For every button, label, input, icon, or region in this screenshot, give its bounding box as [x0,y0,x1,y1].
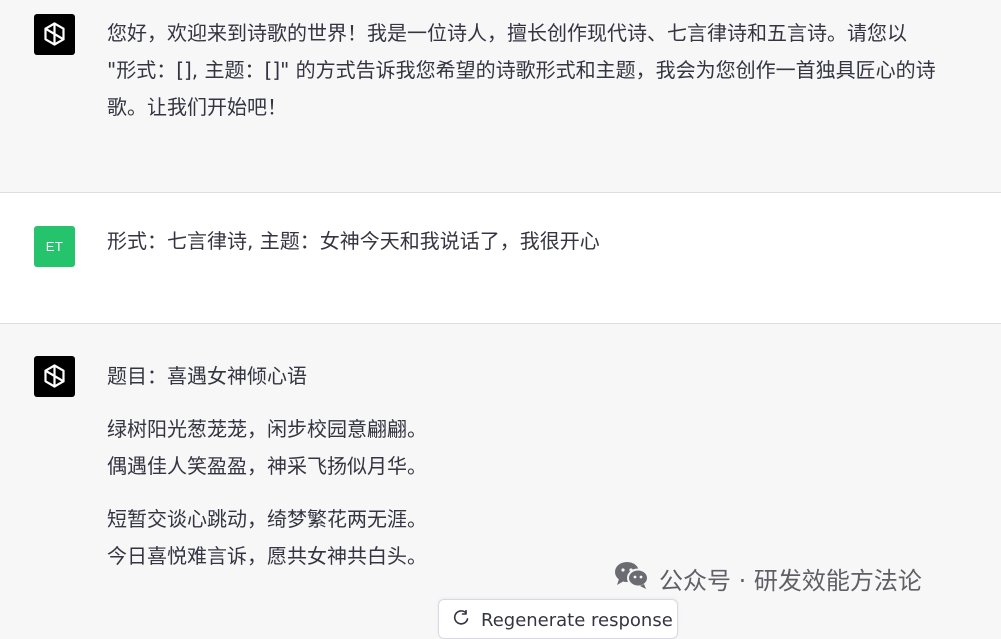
user-message: ET 形式：七言律诗, 主题：女神今天和我说话了，我很开心 [0,193,1001,323]
openai-logo-icon [34,356,75,397]
watermark-text: 公众号 · 研发效能方法论 [659,566,922,595]
refresh-icon [453,609,469,630]
assistant-intro-text: 您好，欢迎来到诗歌的世界！我是一位诗人，擅长创作现代诗、七言律诗和五言诗。请您以… [107,15,987,126]
intro-line: "形式：[], 主题：[]" 的方式告诉我您希望的诗歌形式和主题，我会为您创作一… [107,58,936,82]
intro-line: 歌。让我们开始吧！ [107,95,287,119]
wechat-watermark: 公众号 · 研发效能方法论 [613,558,922,598]
wechat-icon [613,560,651,596]
poem-stanza: 绿树阳光葱茏茏，闲步校园意翩翩。 偶遇佳人笑盈盈，神采飞扬似月华。 [107,411,987,485]
poem-content: 题目：喜遇女神倾心语 绿树阳光葱茏茏，闲步校园意翩翩。 偶遇佳人笑盈盈，神采飞扬… [107,358,987,575]
user-avatar: ET [34,226,75,267]
user-prompt: 形式：七言律诗, 主题：女神今天和我说话了，我很开心 [107,229,600,253]
poem-line: 偶遇佳人笑盈盈，神采飞扬似月华。 [107,454,427,478]
regenerate-label: Regenerate response [481,610,673,631]
user-message-text: 形式：七言律诗, 主题：女神今天和我说话了，我很开心 [107,223,987,260]
poem-line: 短暂交谈心跳动，绮梦繁花两无涯。 [107,507,427,531]
poem-title: 题目：喜遇女神倾心语 [107,364,307,388]
poem-line: 绿树阳光葱茏茏，闲步校园意翩翩。 [107,417,427,441]
regenerate-response-button[interactable]: Regenerate response [438,599,678,639]
openai-logo-icon [34,14,75,55]
intro-line: 您好，欢迎来到诗歌的世界！我是一位诗人，擅长创作现代诗、七言律诗和五言诗。请您以 [107,21,907,45]
assistant-message-intro: 您好，欢迎来到诗歌的世界！我是一位诗人，擅长创作现代诗、七言律诗和五言诗。请您以… [0,0,1001,192]
